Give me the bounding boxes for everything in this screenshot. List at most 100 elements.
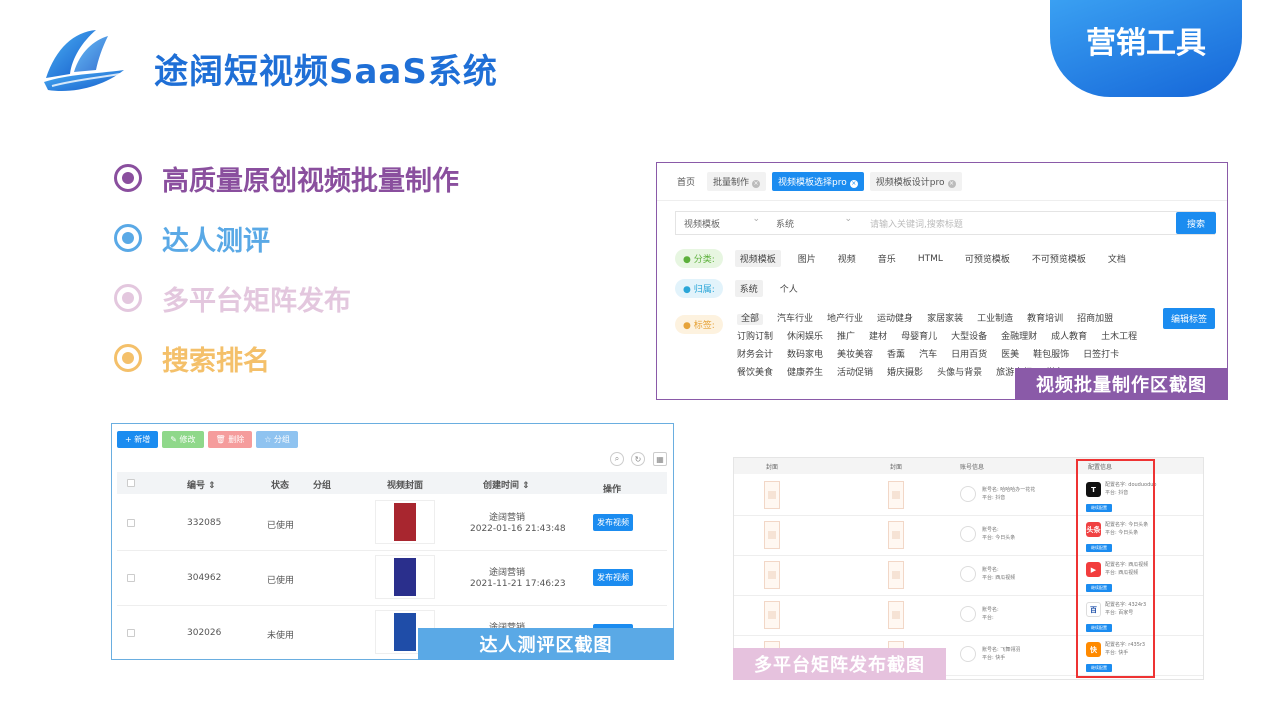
account-lines: 账号名: 哈哈哈办一花花 平台: 抖音 bbox=[982, 486, 1035, 502]
avatar bbox=[960, 526, 976, 542]
category-option[interactable]: 可预览模板 bbox=[960, 250, 1015, 267]
radio-dot-icon bbox=[114, 344, 142, 372]
tag-option[interactable]: 订购订制 bbox=[737, 332, 773, 343]
sailboat-logo-icon bbox=[44, 28, 124, 94]
tab-label: 视频模板设计pro bbox=[875, 178, 945, 188]
toolbar-button[interactable]: 🗑 删除 bbox=[207, 431, 253, 448]
cover-thumbnail bbox=[764, 561, 780, 589]
category-option[interactable]: 不可预览模板 bbox=[1027, 250, 1091, 267]
col-id[interactable]: 编号 ⇕ bbox=[187, 478, 216, 491]
toolbar-button[interactable]: ✎ 修改 bbox=[162, 431, 204, 448]
cover-thumbnail bbox=[888, 601, 904, 629]
tag-option[interactable]: 金融理财 bbox=[1001, 332, 1037, 343]
toolbar-button[interactable]: + 新增 bbox=[117, 431, 159, 448]
row-checkbox[interactable] bbox=[127, 629, 135, 637]
close-icon[interactable]: × bbox=[849, 180, 858, 188]
tag-option[interactable]: 婚庆摄影 bbox=[887, 368, 923, 379]
tag-option[interactable]: 健康养生 bbox=[787, 368, 823, 379]
row-checkbox[interactable] bbox=[127, 574, 135, 582]
search-icon[interactable]: ⌕ bbox=[610, 452, 624, 466]
close-icon[interactable]: × bbox=[947, 180, 956, 188]
category-option[interactable]: 音乐 bbox=[873, 250, 901, 267]
tag-option[interactable]: 头像与背景 bbox=[937, 368, 982, 379]
tag-option[interactable]: 财务会计 bbox=[737, 350, 773, 361]
row-created-time: 2022-01-16 21:43:48 bbox=[470, 524, 566, 534]
cover-thumbnail bbox=[764, 521, 780, 549]
category-option[interactable]: HTML bbox=[913, 252, 948, 266]
category-option[interactable]: 视频模板 bbox=[734, 250, 781, 267]
radio-dot-icon bbox=[114, 164, 142, 192]
account-lines: 账号名: 飞舞翎羽 平台: 快手 bbox=[982, 646, 1020, 662]
category-label: ● 分类: bbox=[675, 249, 723, 268]
owner-option[interactable]: 个人 bbox=[775, 280, 803, 297]
tag-option[interactable]: 大型设备 bbox=[951, 332, 987, 343]
tag-option[interactable]: 休闲娱乐 bbox=[787, 332, 823, 343]
video-cover[interactable] bbox=[375, 500, 435, 544]
account-platform: 平台: bbox=[982, 615, 994, 621]
owner-label: ● 归属: bbox=[675, 279, 723, 298]
tag-option[interactable]: 美妆美容 bbox=[837, 350, 873, 361]
publish-video-button[interactable]: 发布视频 bbox=[593, 514, 633, 531]
feature-label: 搜索排名 bbox=[162, 345, 270, 377]
keyword-input[interactable]: 请输入关键词,搜索标题 bbox=[860, 217, 1214, 230]
category-option[interactable]: 图片 bbox=[793, 250, 821, 267]
tag-option[interactable]: 日签打卡 bbox=[1083, 350, 1119, 361]
tag-option[interactable]: 教育培训 bbox=[1027, 314, 1063, 325]
toolbar-button[interactable]: ☆ 分组 bbox=[256, 431, 298, 448]
tab-item[interactable]: 视频模板设计pro × bbox=[869, 172, 962, 191]
search-row: 视频模板 系统 请输入关键词,搜索标题 搜索 bbox=[675, 211, 1216, 235]
tag-option[interactable]: 成人教育 bbox=[1051, 332, 1087, 343]
tag-option[interactable]: 推广 bbox=[837, 332, 855, 343]
category-option[interactable]: 文档 bbox=[1103, 250, 1131, 267]
select-all-checkbox[interactable] bbox=[127, 479, 135, 487]
tag-option[interactable]: 香薰 bbox=[887, 350, 905, 361]
tag-option[interactable]: 鞋包服饰 bbox=[1033, 350, 1069, 361]
account-lines: 账号名: 平台: 今日头条 bbox=[982, 526, 1015, 542]
close-icon[interactable]: × bbox=[752, 180, 761, 188]
config-highlight-box bbox=[1076, 459, 1155, 678]
tag-option[interactable]: 建材 bbox=[869, 332, 887, 343]
tab-label: 视频模板选择pro bbox=[778, 178, 847, 188]
avatar bbox=[960, 646, 976, 662]
tag-option[interactable]: 餐饮美食 bbox=[737, 368, 773, 379]
publish-video-button[interactable]: 发布视频 bbox=[593, 569, 633, 586]
account-info: 账号名: 飞舞翎羽 平台: 快手 bbox=[960, 646, 1020, 662]
search-button[interactable]: 搜索 bbox=[1176, 212, 1216, 234]
col-status: 状态 bbox=[271, 481, 290, 491]
col-created[interactable]: 创建时间 ⇕ bbox=[483, 478, 530, 491]
refresh-icon[interactable]: ↻ bbox=[631, 452, 645, 466]
brand-title: 途阔短视频SaaS系统 bbox=[154, 52, 498, 92]
source-select[interactable]: 系统 bbox=[768, 214, 860, 230]
tag-option[interactable]: 招商加盟 bbox=[1077, 314, 1113, 325]
tag-option[interactable]: 工业制造 bbox=[977, 314, 1013, 325]
tag-option[interactable]: 家居家装 bbox=[927, 314, 963, 325]
tag-option[interactable]: 医美 bbox=[1001, 350, 1019, 361]
tag-option[interactable]: 全部 bbox=[737, 314, 764, 325]
cover-thumbnail bbox=[888, 521, 904, 549]
row-id: 304962 bbox=[187, 573, 222, 583]
feature-item: 多平台矩阵发布 bbox=[114, 268, 459, 328]
tag-option[interactable]: 汽车行业 bbox=[777, 314, 813, 325]
edit-tags-button[interactable]: 编辑标签 bbox=[1162, 308, 1215, 329]
influencer-review-screenshot: + 新增 ✎ 修改 🗑 删除 ☆ 分组 ⌕ ↻ ▦ 编号 ⇕ 状态 分组 视频封面 创… bbox=[111, 423, 674, 660]
tag-option[interactable]: 运动健身 bbox=[877, 314, 913, 325]
tag-option[interactable]: 地产行业 bbox=[827, 314, 863, 325]
tag-option[interactable]: 活动促销 bbox=[837, 368, 873, 379]
account-lines: 账号名: 平台: 西瓜视频 bbox=[982, 566, 1015, 582]
account-name: 账号名: 哈哈哈办一花花 bbox=[982, 487, 1036, 493]
tab-item[interactable]: 视频模板选择pro × bbox=[772, 172, 864, 191]
row-checkbox[interactable] bbox=[127, 519, 135, 527]
category-option[interactable]: 视频 bbox=[833, 250, 861, 267]
tag-option[interactable]: 母婴育儿 bbox=[901, 332, 937, 343]
row-created-time: 2021-11-21 17:46:23 bbox=[470, 579, 566, 589]
grid-icon[interactable]: ▦ bbox=[653, 452, 667, 466]
type-select[interactable]: 视频模板 bbox=[676, 214, 768, 230]
video-cover[interactable] bbox=[375, 555, 435, 599]
tag-option[interactable]: 数码家电 bbox=[787, 350, 823, 361]
tab-item[interactable]: 首页 bbox=[671, 172, 701, 191]
tag-option[interactable]: 土木工程 bbox=[1101, 332, 1137, 343]
tab-item[interactable]: 批量制作 × bbox=[707, 172, 767, 191]
tag-option[interactable]: 日用百货 bbox=[951, 350, 987, 361]
tag-option[interactable]: 汽车 bbox=[919, 350, 937, 361]
owner-option[interactable]: 系统 bbox=[734, 280, 763, 297]
